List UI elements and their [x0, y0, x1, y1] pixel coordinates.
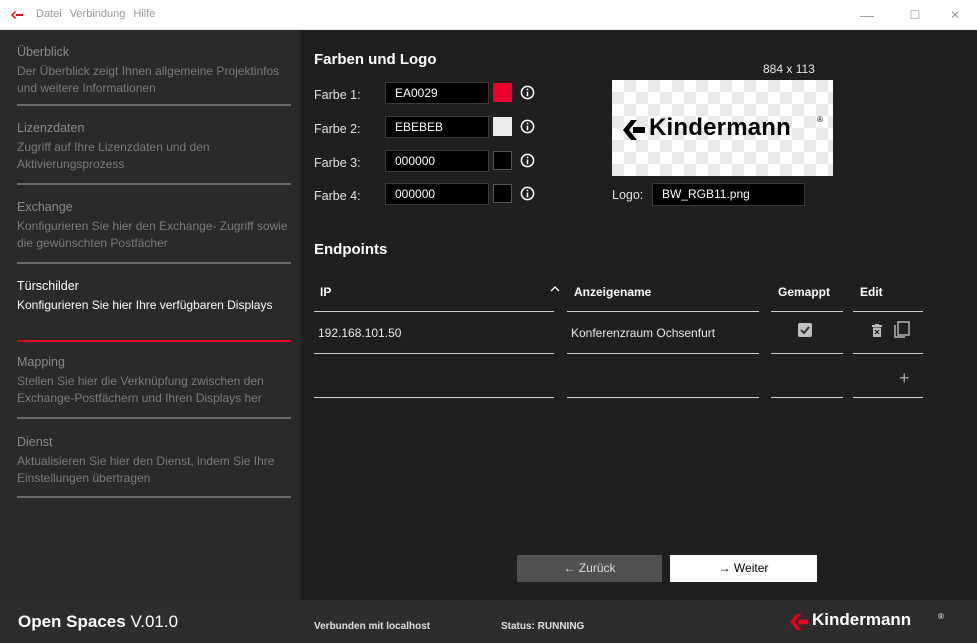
checkmark-icon	[800, 326, 810, 335]
sidebar-divider	[17, 262, 291, 264]
sidebar-item-desc: Konfigurieren Sie hier den Exchange- Zug…	[17, 219, 288, 250]
sidebar-item-lizenzdaten[interactable]: Lizenzdaten Zugriff auf Ihre Lizenzdaten…	[17, 120, 291, 173]
sidebar-item-title: Dienst	[17, 435, 53, 449]
sidebar-item-mapping[interactable]: Mapping Stellen Sie hier die Verknüpfung…	[17, 354, 291, 407]
next-button[interactable]: → Weiter	[670, 555, 817, 582]
color-2-label: Farbe 2:	[314, 122, 361, 136]
color-2-input[interactable]: EBEBEB	[385, 116, 489, 138]
logo-file-input[interactable]: BW_RGB11.png	[652, 183, 805, 206]
back-button[interactable]: ← Zurück	[517, 555, 662, 582]
row-underline	[314, 353, 554, 354]
header-underline	[567, 311, 759, 312]
row-underline	[567, 397, 759, 398]
sidebar-item-desc: Stellen Sie hier die Verknüpfung zwische…	[17, 374, 264, 405]
row-underline	[567, 353, 759, 354]
kindermann-logo-icon	[623, 120, 645, 140]
mapped-checkbox[interactable]	[798, 323, 812, 337]
sidebar-item-ueberblick[interactable]: Überblick Der Überblick zeigt Ihnen allg…	[17, 44, 291, 97]
info-icon[interactable]	[520, 186, 535, 201]
brand-name: Kindermann	[812, 610, 912, 629]
sidebar-divider	[17, 496, 291, 498]
sidebar-item-title: Lizenzdaten	[17, 121, 85, 135]
close-button[interactable]: ✕	[941, 6, 969, 24]
status-bar: Open Spaces V.01.0 Verbunden mit localho…	[0, 600, 977, 643]
sidebar-item-title: Überblick	[17, 45, 70, 59]
info-icon[interactable]	[520, 85, 535, 100]
menu-hilfe[interactable]: Hilfe	[133, 8, 155, 20]
row-underline	[771, 397, 843, 398]
logo-preview: Kindermann ®	[612, 80, 833, 176]
sidebar-item-desc: Der Überblick zeigt Ihnen allgemeine Pro…	[17, 64, 280, 95]
row-underline	[853, 397, 923, 398]
column-header-ip[interactable]: IP	[320, 285, 331, 299]
header-underline	[314, 311, 554, 312]
connection-status: Verbunden mit localhost	[314, 621, 431, 632]
delete-icon[interactable]	[872, 324, 882, 337]
color-4-label: Farbe 4:	[314, 189, 361, 203]
column-header-gemappt[interactable]: Gemappt	[778, 285, 830, 299]
sidebar: Überblick Der Überblick zeigt Ihnen allg…	[0, 30, 301, 600]
sidebar-active-indicator	[17, 340, 291, 342]
endpoint-ip-cell[interactable]: 192.168.101.50	[318, 326, 401, 340]
sidebar-item-tuerschilder[interactable]: Türschilder Konfigurieren Sie hier Ihre …	[17, 278, 291, 314]
section-title-colors: Farben und Logo	[314, 51, 437, 68]
maximize-button[interactable]: ☐	[901, 6, 929, 24]
color-3-label: Farbe 3:	[314, 156, 361, 170]
row-underline	[771, 353, 843, 354]
color-3-input[interactable]: 000000	[385, 150, 489, 172]
color-4-input[interactable]: 000000	[385, 183, 489, 205]
sidebar-item-exchange[interactable]: Exchange Konfigurieren Sie hier den Exch…	[17, 199, 291, 252]
info-icon[interactable]	[520, 119, 535, 134]
title-bar: Datei Verbindung Hilfe — ☐ ✕	[0, 0, 977, 30]
menu-bar: Datei Verbindung Hilfe	[36, 8, 155, 20]
app-title: Open Spaces	[18, 612, 126, 631]
sidebar-item-desc: Konfigurieren Sie hier Ihre verfügbaren …	[17, 298, 273, 312]
app-version: V.01.0	[130, 612, 179, 631]
copy-icon[interactable]	[894, 321, 910, 338]
section-title-endpoints: Endpoints	[314, 241, 388, 258]
column-header-anzeigename[interactable]: Anzeigename	[574, 285, 651, 299]
service-status: Status: RUNNING	[501, 621, 585, 632]
color-2-swatch[interactable]	[493, 117, 512, 136]
sidebar-item-desc: Zugriff auf Ihre Lizenzdaten und den Akt…	[17, 140, 210, 171]
color-1-swatch[interactable]	[493, 83, 512, 102]
brand-registered-mark: ®	[938, 612, 944, 621]
endpoint-name-cell[interactable]: Konferenzraum Ochsenfurt	[571, 326, 715, 340]
kindermann-brand-icon	[790, 613, 808, 631]
color-1-input[interactable]: EA0029	[385, 82, 489, 104]
menu-verbindung[interactable]: Verbindung	[70, 8, 126, 20]
info-icon[interactable]	[520, 153, 535, 168]
minimize-button[interactable]: —	[853, 6, 881, 24]
logo-registered-mark: ®	[817, 115, 823, 124]
color-1-label: Farbe 1:	[314, 88, 361, 102]
add-endpoint-button[interactable]: +	[899, 368, 910, 389]
app-name: Open Spaces V.01.0	[18, 612, 178, 632]
header-underline	[853, 311, 923, 312]
logo-label: Logo:	[612, 188, 644, 202]
color-3-swatch[interactable]	[493, 151, 512, 170]
sidebar-item-title: Exchange	[17, 200, 73, 214]
sidebar-item-title: Mapping	[17, 355, 65, 369]
column-header-edit[interactable]: Edit	[860, 285, 883, 299]
sidebar-divider	[17, 417, 291, 419]
row-underline	[853, 353, 923, 354]
main-panel: Farben und Logo Farbe 1: EA0029 Farbe 2:…	[301, 30, 977, 600]
logo-preview-text: Kindermann	[649, 114, 792, 141]
menu-datei[interactable]: Datei	[36, 8, 62, 20]
color-4-swatch[interactable]	[493, 184, 512, 203]
sort-ascending-icon[interactable]	[550, 285, 560, 293]
sidebar-item-desc: Aktualisieren Sie hier den Dienst, indem…	[17, 454, 275, 485]
sidebar-item-title: Türschilder	[17, 279, 79, 293]
header-underline	[771, 311, 843, 312]
sidebar-divider	[17, 183, 291, 185]
logo-dimensions: 884 x 113	[763, 62, 815, 76]
sidebar-divider	[17, 104, 291, 106]
sidebar-item-dienst[interactable]: Dienst Aktualisieren Sie hier den Dienst…	[17, 434, 291, 487]
app-logo-icon	[11, 11, 23, 19]
row-underline	[314, 397, 554, 398]
